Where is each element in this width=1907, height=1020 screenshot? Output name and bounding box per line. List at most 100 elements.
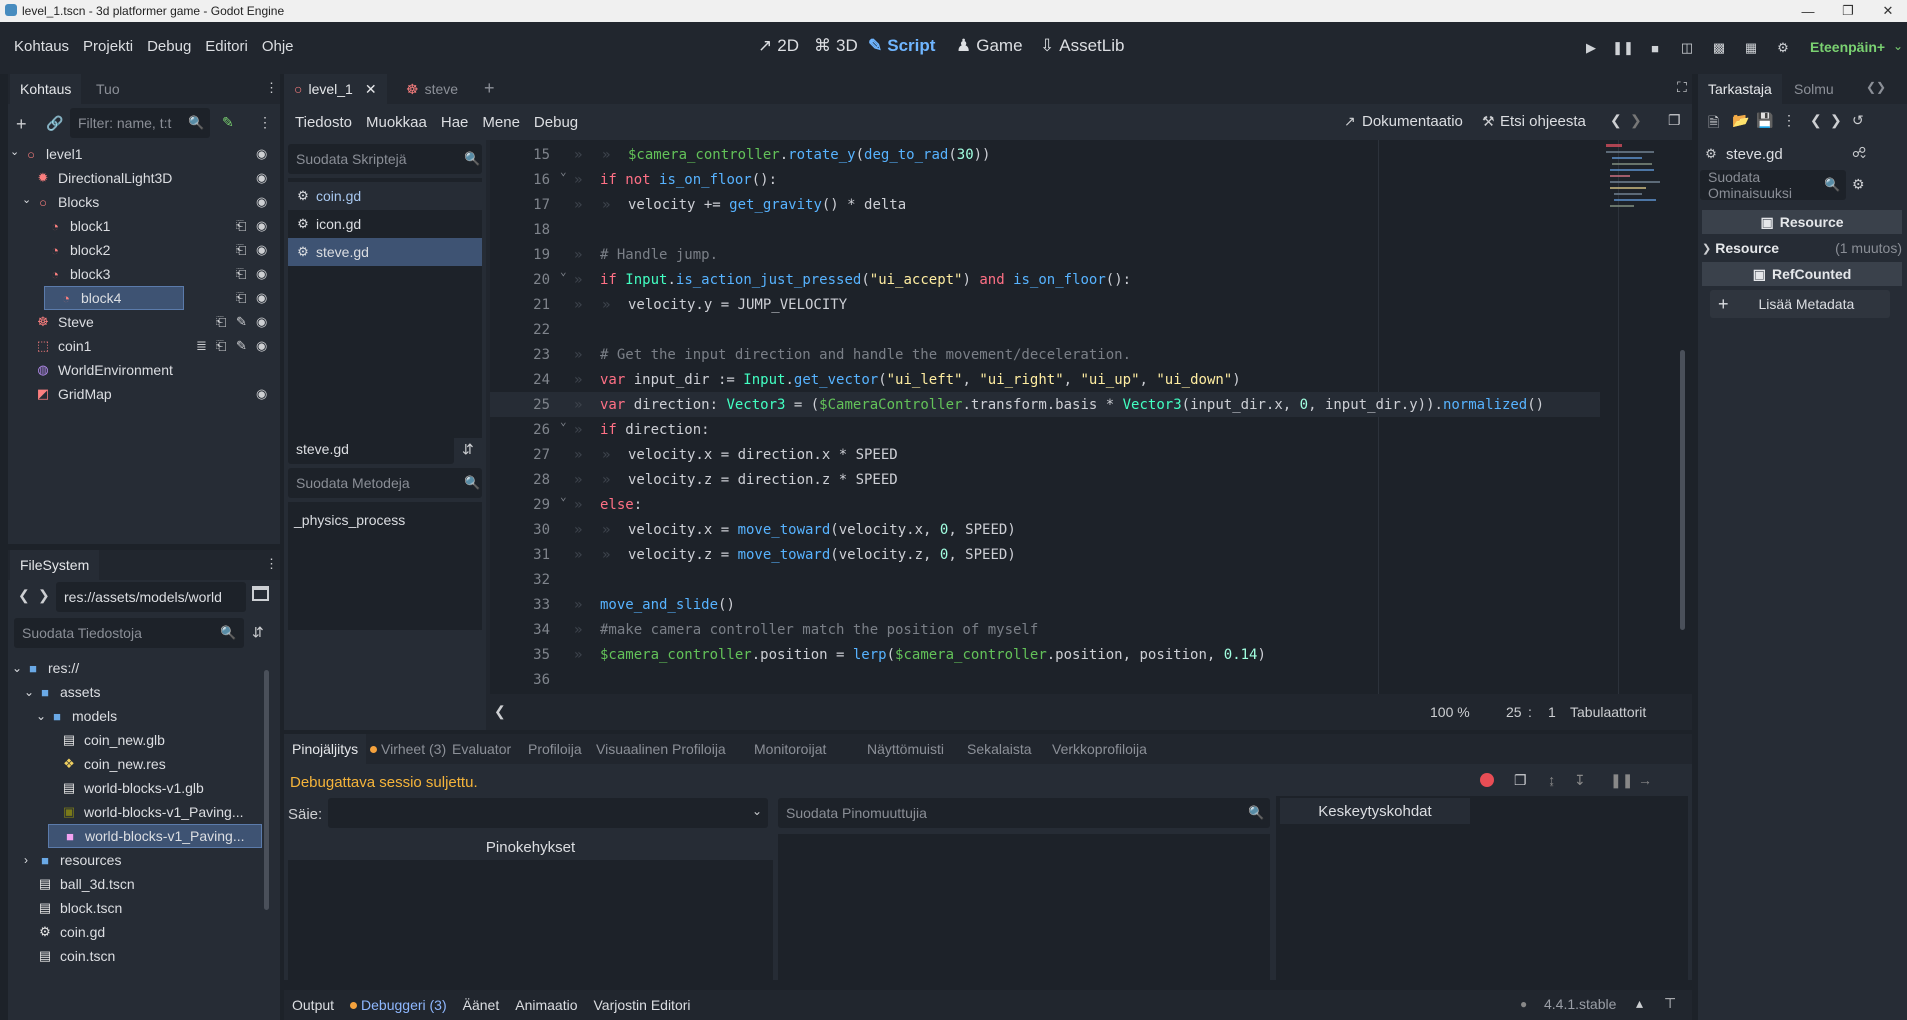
file-item[interactable]: ▤ coin_new.glb — [48, 728, 262, 752]
scene-menu-icon[interactable]: ⋮ — [258, 114, 272, 131]
file-item[interactable]: ■ world-blocks-v1_Paving... — [48, 824, 262, 848]
bottom-tab[interactable]: Äänet — [455, 990, 508, 1020]
forward-icon[interactable]: ❯ — [38, 587, 50, 604]
debugger-tab[interactable]: Monitoroijat — [746, 734, 834, 764]
chevron-down-icon[interactable]: ⌄ — [10, 145, 22, 158]
new-resource-icon[interactable]: 🗎 — [1708, 112, 1719, 136]
tab-filesystem[interactable]: FileSystem — [10, 550, 100, 580]
dock-menu-icon[interactable]: ⋮ — [265, 80, 278, 96]
add-script-icon[interactable]: ✎ — [222, 114, 234, 131]
code-line[interactable]: 22 — [490, 317, 1600, 342]
object-props-icon[interactable]: ☍ — [1852, 144, 1866, 161]
bottom-tab[interactable]: Debuggeri (3) — [342, 990, 455, 1020]
play-custom-icon[interactable]: ▦ — [1740, 38, 1762, 58]
open-scene-icon[interactable]: ⎗ — [236, 218, 246, 234]
break-icon[interactable]: ❚❚ — [1610, 772, 1633, 789]
toggle-scripts-panel-icon[interactable]: ❮ — [494, 703, 506, 720]
sort-icon[interactable]: ⇵ — [462, 441, 474, 458]
script-menu-tiedosto[interactable]: Tiedosto — [288, 114, 359, 131]
remote-debug-icon[interactable]: ◫ — [1676, 38, 1698, 58]
section-refcounted[interactable]: ▣ RefCounted — [1702, 262, 1902, 286]
close-icon[interactable]: ✕ — [1869, 0, 1907, 22]
fold-arrow-icon[interactable]: ⌄ — [560, 490, 567, 503]
open-scene-icon[interactable]: ⎗ — [216, 338, 226, 354]
path-input[interactable]: res://assets/models/world — [56, 582, 246, 612]
indent-mode[interactable]: Tabulaattorit — [1570, 704, 1646, 720]
file-filter-input[interactable]: Suodata Tiedostoja — [14, 618, 244, 648]
pin-icon[interactable]: ▴ — [1636, 995, 1643, 1012]
record-icon[interactable] — [1480, 773, 1494, 787]
chevron-down-icon[interactable]: ⌄ — [24, 685, 36, 699]
search-help-button[interactable]: Etsi ohjeesta — [1500, 113, 1586, 130]
save-resource-icon[interactable]: 💾 — [1756, 112, 1773, 129]
code-line[interactable]: 32 — [490, 567, 1600, 592]
script-menu-hae[interactable]: Hae — [434, 114, 476, 131]
visibility-eye-icon[interactable]: ◉ — [256, 194, 267, 210]
file-item[interactable]: ⌄ ■ assets — [24, 680, 262, 704]
file-item[interactable]: ⌄ ■ models — [36, 704, 262, 728]
tab-tarkastaja[interactable]: Tarkastaja — [1698, 74, 1782, 104]
fullscreen-icon[interactable]: ⛶ — [1677, 79, 1687, 96]
visibility-eye-icon[interactable]: ◉ — [256, 290, 267, 306]
tab-tuo[interactable]: Tuo — [86, 74, 130, 104]
workspace-3d[interactable]: ⌘ 3D — [814, 36, 858, 56]
code-line[interactable]: 30 » » velocity.x = move_toward(velocity.x,… — [490, 517, 1600, 542]
code-line[interactable]: 33 » move_and_slide() — [490, 592, 1600, 617]
play-icon[interactable]: ▶ — [1580, 38, 1602, 58]
editor-tab-steve[interactable]: ☸ steve — [396, 74, 468, 104]
thread-select[interactable]: ⌄ — [328, 798, 768, 828]
visibility-eye-icon[interactable]: ◉ — [256, 314, 267, 330]
code-line[interactable]: 15»» $camera_controller.rotate_y(deg_to_r… — [490, 142, 1600, 167]
code-line[interactable]: 34 » #make camera controller match the pos… — [490, 617, 1600, 642]
visibility-eye-icon[interactable]: ◉ — [256, 170, 267, 186]
stack-vars-filter-input[interactable]: Suodata Pinomuuttujia — [778, 798, 1270, 828]
resource-selector[interactable]: ⚙ steve.gd ⌄ — [1702, 140, 1870, 168]
debugger-tab[interactable]: Evaluator — [444, 734, 519, 764]
code-line[interactable]: 21 » » velocity.y = JUMP_VELOCITY — [490, 292, 1600, 317]
menu-ohje[interactable]: Ohje — [255, 38, 301, 55]
docs-button[interactable]: Dokumentaatio — [1362, 113, 1463, 130]
workspace-script[interactable]: ✎ Script — [868, 36, 935, 56]
section-resource[interactable]: ▣ Resource — [1702, 210, 1902, 234]
script-item[interactable]: ⚙ coin.gd — [288, 182, 482, 210]
method-item[interactable]: _physics_process — [294, 506, 405, 534]
add-node-icon[interactable]: + — [16, 114, 27, 135]
code-line[interactable]: 29 ⌄ » else: — [490, 490, 1600, 517]
code-line[interactable]: 20 ⌄ » if Input.is_action_just_pressed("ui_… — [490, 265, 1600, 292]
history-icon[interactable]: ↺ — [1852, 112, 1864, 129]
chevron-right-icon[interactable]: › — [24, 853, 36, 867]
method-filter-input[interactable]: Suodata Metodeja — [288, 468, 482, 498]
chevron-down-icon[interactable]: ⌄ — [1893, 39, 1903, 53]
bottom-tab[interactable]: Output — [284, 990, 342, 1020]
sort-icon[interactable]: ⇵ — [252, 624, 264, 641]
file-item[interactable]: ▤ ball_3d.tscn — [24, 872, 262, 896]
menu-editori[interactable]: Editori — [198, 38, 255, 55]
code-line[interactable]: 16 ⌄ » if not is_on_floor(): — [490, 165, 1600, 192]
expand-panel-icon[interactable]: ⊤ — [1664, 995, 1676, 1012]
script-item[interactable]: ⚙ icon.gd — [288, 210, 482, 238]
continue-icon[interactable]: → — [1638, 772, 1652, 788]
more-icon[interactable]: ⋮ — [1782, 112, 1796, 129]
tab-solmu[interactable]: Solmu — [1784, 74, 1844, 104]
script-icon[interactable]: ✎ — [236, 314, 247, 330]
visibility-eye-icon[interactable]: ◉ — [256, 266, 267, 282]
code-line[interactable]: 18 — [490, 217, 1600, 242]
open-scene-icon[interactable]: ⎗ — [236, 290, 246, 306]
code-line[interactable]: 31 » » velocity.z = move_toward(velocity.z,… — [490, 542, 1600, 567]
minimap[interactable] — [1604, 140, 1668, 260]
scene-node-block4[interactable]: ◔ block4 — [44, 286, 184, 310]
file-item[interactable]: ▤ block.tscn — [24, 896, 262, 920]
workspace-game[interactable]: ♟ Game — [956, 36, 1023, 56]
code-line[interactable]: 27 » » velocity.x = direction.x * SPEED — [490, 442, 1600, 467]
scrollbar[interactable] — [1680, 350, 1685, 630]
visibility-eye-icon[interactable]: ◉ — [256, 218, 267, 234]
split-view-icon[interactable] — [252, 586, 269, 601]
debugger-tab[interactable]: Verkkoprofiloija — [1044, 734, 1155, 764]
code-line[interactable]: 17 » » velocity += get_gravity() * delta — [490, 192, 1600, 217]
file-item[interactable]: ❖ coin_new.res — [48, 752, 262, 776]
file-item[interactable]: › ■ resources — [24, 848, 262, 872]
filter-settings-icon[interactable]: ⚙ — [1852, 176, 1865, 193]
chevron-down-icon[interactable]: ⌄ — [12, 661, 24, 675]
visibility-eye-icon[interactable]: ◉ — [256, 338, 267, 354]
dock-arrows-icon[interactable]: ❮❯ — [1866, 80, 1886, 94]
